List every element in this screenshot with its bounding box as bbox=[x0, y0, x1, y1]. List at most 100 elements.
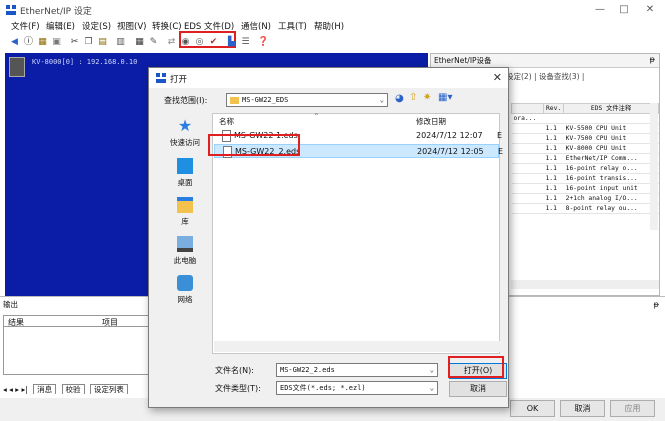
pin-icon[interactable]: ᵽ bbox=[650, 55, 655, 64]
minimize-button[interactable]: — bbox=[591, 3, 609, 17]
cell-comment: 16-point input unit bbox=[563, 183, 659, 194]
filetype-dropdown[interactable]: EDS文件(*.eds; *.ezl) ⌄ bbox=[276, 381, 438, 395]
table-row[interactable]: 1.1 16-point transis... bbox=[511, 173, 659, 184]
dialog-app-icon bbox=[156, 73, 166, 83]
apply-button[interactable]: 应用 bbox=[610, 400, 655, 417]
ok-button[interactable]: OK bbox=[510, 400, 555, 417]
list-icon[interactable]: ☰ bbox=[239, 36, 252, 48]
lookin-label: 查找范围(I): bbox=[164, 96, 208, 105]
place-this-pc[interactable]: 此电脑 bbox=[157, 236, 213, 266]
file-list-scrollbar[interactable] bbox=[214, 341, 500, 352]
menu-settings[interactable]: 设定(S) bbox=[82, 20, 111, 35]
write-icon[interactable]: ◎ bbox=[193, 36, 206, 48]
tab-nav-arrows[interactable]: ◂ ◂ ▸ ▸| bbox=[3, 385, 28, 394]
table-row[interactable]: 1.1 2+1ch analog I/O... bbox=[511, 193, 659, 204]
col-comment[interactable]: EDS 文件注释 bbox=[563, 103, 659, 114]
menu-comm[interactable]: 通信(N) bbox=[241, 20, 271, 35]
device-icon[interactable]: ▦ bbox=[36, 36, 49, 48]
table-row[interactable]: 1.1 KV-7500 CPU Unit bbox=[511, 133, 659, 144]
device-panel-title: EtherNet/IP设备 bbox=[431, 54, 659, 68]
cell-rev: 1.1 bbox=[543, 153, 564, 164]
output-header: 结果 项目 bbox=[3, 315, 151, 327]
close-window-button[interactable]: ✕ bbox=[641, 3, 659, 17]
cell-name bbox=[511, 153, 544, 164]
place-quick-access[interactable]: ★ 快速访问 bbox=[157, 118, 213, 148]
output-title: 输出 bbox=[3, 300, 18, 309]
back-icon[interactable]: ◕ bbox=[395, 93, 404, 104]
up-folder-icon[interactable]: ⇧ bbox=[409, 92, 417, 103]
cell-comment: KV-7500 CPU Unit bbox=[563, 133, 659, 144]
col-rev[interactable]: Rev. bbox=[542, 103, 565, 114]
filename-label: 文件名(N): bbox=[215, 366, 254, 375]
layout-icon[interactable]: ▙ bbox=[225, 36, 238, 48]
output-pin-icon[interactable]: ᵽ bbox=[654, 300, 659, 309]
device-label: KV-8000[0] : 192.168.0.10 bbox=[32, 58, 138, 66]
cell-name bbox=[511, 203, 544, 214]
lookin-dropdown[interactable]: MS-GW22_EDS ⌄ bbox=[226, 93, 388, 107]
cut-icon[interactable]: ✂ bbox=[68, 36, 81, 48]
menu-tools[interactable]: 工具(T) bbox=[278, 20, 307, 35]
toolbar: ◀ ⓘ ▦ ▣ ✂ ❐ ▤ ▥ ▦ ✎ ⇄ ◉ ◎ ✔ ▙ ☰ ❓ bbox=[0, 35, 665, 50]
places-bar: ★ 快速访问 桌面 库 此电脑 网络 bbox=[157, 118, 213, 308]
lookin-value: MS-GW22_EDS bbox=[242, 96, 289, 104]
network-icon[interactable]: ▥ bbox=[114, 36, 127, 48]
cell-rev bbox=[543, 113, 564, 124]
connect-icon[interactable]: ◀ bbox=[8, 36, 21, 48]
output-list[interactable] bbox=[3, 327, 151, 375]
tab-messages[interactable]: 消息 bbox=[33, 384, 57, 394]
file-type-cut: E bbox=[498, 147, 504, 156]
table-row[interactable]: 1.1 16-point input unit bbox=[511, 183, 659, 194]
info-icon[interactable]: ⓘ bbox=[22, 36, 35, 48]
help-icon[interactable]: ❓ bbox=[257, 36, 270, 48]
pen-icon[interactable]: ✎ bbox=[147, 36, 160, 48]
dialog-close-button[interactable]: ✕ bbox=[493, 71, 502, 84]
transfer-icon[interactable]: ⇄ bbox=[165, 36, 178, 48]
chevron-down-icon: ⌄ bbox=[429, 384, 434, 392]
tab-verify[interactable]: 校验 bbox=[61, 384, 85, 394]
cell-name: ora... bbox=[511, 113, 544, 124]
place-library[interactable]: 库 bbox=[157, 197, 213, 227]
check-icon[interactable]: ✔ bbox=[207, 36, 220, 48]
table-row[interactable]: 1.1 KV-8000 CPU Unit bbox=[511, 143, 659, 154]
filetype-label: 文件类型(T): bbox=[215, 384, 261, 393]
device-table-hscrollbar[interactable] bbox=[511, 280, 659, 289]
desktop-icon bbox=[177, 158, 193, 174]
menu-file[interactable]: 文件(F) bbox=[11, 20, 40, 35]
table-row[interactable]: 1.1 16-point relay o... bbox=[511, 163, 659, 174]
cell-name bbox=[511, 123, 544, 134]
cell-rev: 1.1 bbox=[543, 203, 564, 214]
place-desktop[interactable]: 桌面 bbox=[157, 158, 213, 188]
table-row[interactable]: 1.1 EtherNet/IP Comm... bbox=[511, 153, 659, 164]
new-folder-icon[interactable]: ✷ bbox=[423, 92, 431, 103]
filename-input[interactable]: MS-GW22_2.eds ⌄ bbox=[276, 363, 438, 377]
cancel-main-button[interactable]: 取消 bbox=[560, 400, 605, 417]
col-name[interactable] bbox=[511, 103, 544, 114]
file-date: 2024/7/12 12:07 bbox=[416, 131, 483, 140]
monitor-icon[interactable]: ▣ bbox=[50, 36, 63, 48]
tab-settings-list[interactable]: 设定列表 bbox=[89, 384, 128, 394]
table-row[interactable]: 1.1 KV-5500 CPU Unit bbox=[511, 123, 659, 134]
paste-icon[interactable]: ▤ bbox=[96, 36, 109, 48]
menu-view[interactable]: 视图(V) bbox=[117, 20, 146, 35]
col-header-date[interactable]: 修改日期 bbox=[416, 116, 446, 127]
read-icon[interactable]: ◉ bbox=[179, 36, 192, 48]
menu-convert[interactable]: 转换(C) bbox=[152, 20, 182, 35]
menu-edit[interactable]: 编辑(E) bbox=[46, 20, 75, 35]
cell-rev: 1.1 bbox=[543, 183, 564, 194]
table-row[interactable]: ora... bbox=[511, 113, 659, 124]
device-panel-tabs[interactable]: 设定(2) | 设备查找(3) | bbox=[506, 71, 584, 82]
place-network[interactable]: 网络 bbox=[157, 275, 213, 305]
cell-rev: 1.1 bbox=[543, 163, 564, 174]
cell-comment bbox=[563, 113, 659, 124]
menu-help[interactable]: 帮助(H) bbox=[314, 20, 344, 35]
col-header-name[interactable]: 名称 bbox=[219, 116, 234, 127]
dialog-cancel-button[interactable]: 取消 bbox=[449, 381, 507, 397]
maximize-button[interactable]: □ bbox=[615, 3, 633, 17]
table-icon[interactable]: ▦ bbox=[133, 36, 146, 48]
view-menu-icon[interactable]: ▦▾ bbox=[438, 92, 452, 103]
device-table-scrollbar[interactable] bbox=[650, 103, 658, 230]
cell-rev: 1.1 bbox=[543, 133, 564, 144]
copy-icon[interactable]: ❐ bbox=[82, 36, 95, 48]
table-row[interactable]: 1.1 8-point relay ou... bbox=[511, 203, 659, 214]
plc-device-icon[interactable] bbox=[9, 57, 25, 77]
